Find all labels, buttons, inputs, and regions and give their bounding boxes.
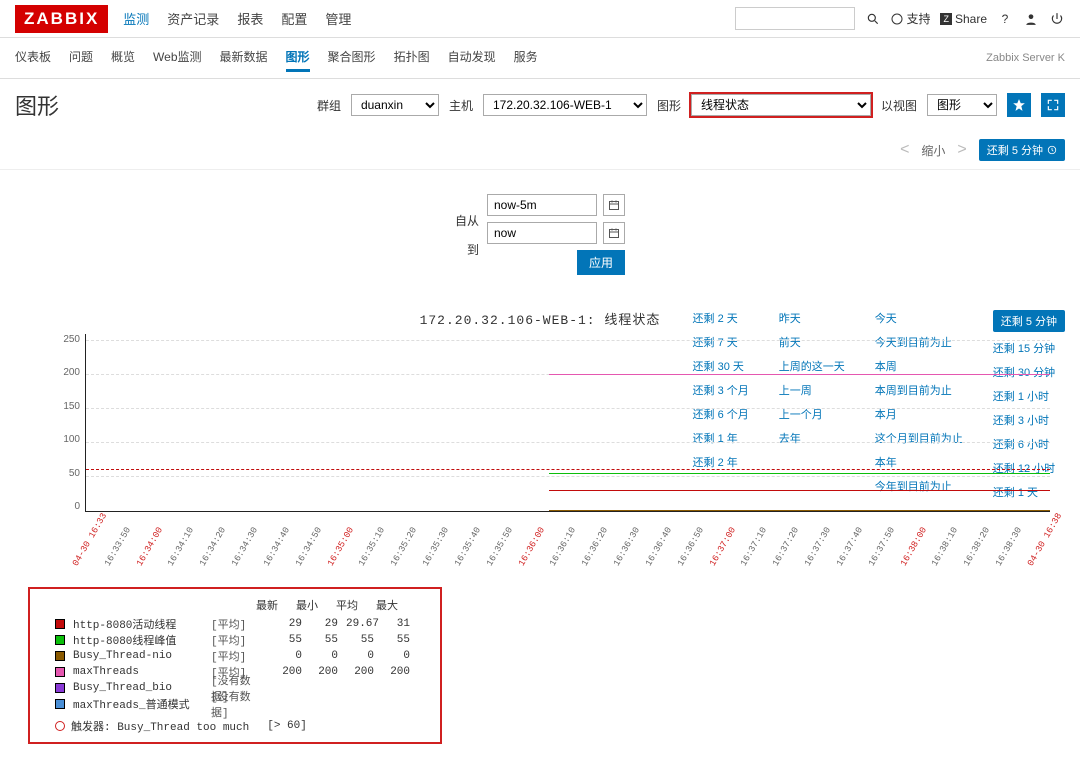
trigger-icon (55, 721, 65, 731)
help-icon[interactable]: ? (997, 11, 1013, 27)
chart: 172.20.32.106-WEB-1: 线程状态 25020015010050… (0, 293, 1080, 767)
sub-nav-item[interactable]: 自动发现 (448, 44, 496, 72)
y-axis: 250200150100500 (50, 334, 80, 512)
preset-link[interactable]: 今天 (875, 310, 963, 326)
logo[interactable]: ZABBIX (15, 5, 108, 33)
graph-label: 图形 (657, 97, 681, 114)
search-input[interactable] (735, 7, 855, 30)
zoom-out-button[interactable]: 缩小 (921, 142, 945, 159)
host-label: 主机 (449, 97, 473, 114)
sub-nav-item[interactable]: 拓扑图 (394, 44, 430, 72)
legend-rows: http-8080活动线程[平均]292929.6731http-8080线程峰… (55, 616, 415, 712)
preset-link[interactable]: 昨天 (779, 310, 845, 326)
fullscreen-button[interactable] (1041, 93, 1065, 117)
sub-nav-item[interactable]: 服务 (514, 44, 538, 72)
legend-header: 最新最小平均最大 (250, 597, 415, 613)
search-icon[interactable] (865, 11, 881, 27)
support-link[interactable]: 支持 (891, 10, 930, 27)
chart-body: 250200150100500 04-30 16:3316:33:5016:34… (85, 334, 1050, 534)
to-label: 到 (467, 241, 479, 258)
sub-nav-item[interactable]: 最新数据 (220, 44, 268, 72)
sub-nav: 仪表板问题概览 Web监测最新数据图形聚合图形拓扑图自动发现服务 Zabbix S… (0, 38, 1080, 79)
legend-row: Busy_Thread-nio[平均]0000 (55, 648, 415, 664)
trigger-value: [> 60] (267, 720, 307, 732)
group-label: 群组 (317, 97, 341, 114)
favorite-button[interactable] (1007, 93, 1031, 117)
power-icon[interactable] (1049, 11, 1065, 27)
time-block: 自从 到 应用 还剩 2 天还剩 7 天还剩 30 天还剩 3 个月还剩 6 个… (0, 170, 1080, 293)
sub-nav-item[interactable]: 概览 (111, 44, 135, 72)
legend-row: http-8080线程峰值[平均]55555555 (55, 632, 415, 648)
from-label: 自从 (455, 212, 479, 229)
main-nav-item[interactable]: 监测 (123, 9, 149, 28)
trigger-label: 触发器: Busy_Thread too much (71, 718, 249, 734)
legend-row: http-8080活动线程[平均]292929.6731 (55, 616, 415, 632)
main-nav-item[interactable]: 报表 (237, 9, 263, 28)
range-controls: < 缩小 > 还剩 5 分钟 (0, 131, 1080, 170)
group-select[interactable]: duanxin (351, 94, 439, 116)
trigger-row: 触发器: Busy_Thread too much [> 60] (55, 718, 415, 734)
preset-link[interactable]: 还剩 5 分钟 (993, 310, 1065, 332)
prev-button[interactable]: < (900, 141, 909, 159)
next-button[interactable]: > (957, 141, 966, 159)
title-row: 图形 群组 duanxin 主机 172.20.32.106-WEB-1 图形 … (0, 79, 1080, 131)
sub-nav-item[interactable]: 图形 (286, 44, 310, 72)
preset-link[interactable]: 还剩 2 天 (693, 310, 749, 326)
user-icon[interactable] (1023, 11, 1039, 27)
apply-button[interactable]: 应用 (577, 250, 625, 275)
graph-select[interactable]: 线程状态 (691, 94, 871, 116)
to-input[interactable] (487, 222, 597, 244)
legend: 最新最小平均最大 http-8080活动线程[平均]292929.6731htt… (30, 589, 440, 742)
view-label: 以视图 (881, 97, 917, 114)
server-label: Zabbix Server K (986, 52, 1065, 64)
sub-nav-items: 仪表板问题概览 Web监测最新数据图形聚合图形拓扑图自动发现服务 (15, 44, 538, 72)
filters: 群组 duanxin 主机 172.20.32.106-WEB-1 图形 线程状… (317, 93, 1065, 117)
main-nav-item[interactable]: 管理 (325, 9, 351, 28)
header: ZABBIX 监测资产记录报表配置管理 支持 ZShare ? (0, 0, 1080, 38)
sub-nav-item[interactable]: 仪表板 (15, 44, 51, 72)
sub-nav-item[interactable]: 聚合图形 (328, 44, 376, 72)
legend-row: maxThreads_普通模式[没有数据] (55, 696, 415, 712)
view-select[interactable]: 图形 (927, 94, 997, 116)
from-input[interactable] (487, 194, 597, 216)
x-axis: 04-30 16:3316:33:5016:34:0016:34:1016:34… (85, 510, 1050, 569)
main-nav-item[interactable]: 资产记录 (167, 9, 219, 28)
page-title: 图形 (15, 89, 59, 121)
from-calendar-button[interactable] (603, 194, 625, 216)
to-calendar-button[interactable] (603, 222, 625, 244)
sub-nav-item[interactable]: 问题 (69, 44, 93, 72)
plot (85, 334, 1050, 512)
share-link[interactable]: ZShare (940, 12, 987, 26)
header-right: 支持 ZShare ? (735, 7, 1065, 30)
main-nav: 监测资产记录报表配置管理 (123, 9, 351, 28)
time-form: 自从 到 应用 (455, 182, 625, 287)
sub-nav-item[interactable]: Web监测 (153, 44, 201, 72)
host-select[interactable]: 172.20.32.106-WEB-1 (483, 94, 647, 116)
active-range-badge: 还剩 5 分钟 (979, 139, 1065, 161)
main-nav-item[interactable]: 配置 (281, 9, 307, 28)
